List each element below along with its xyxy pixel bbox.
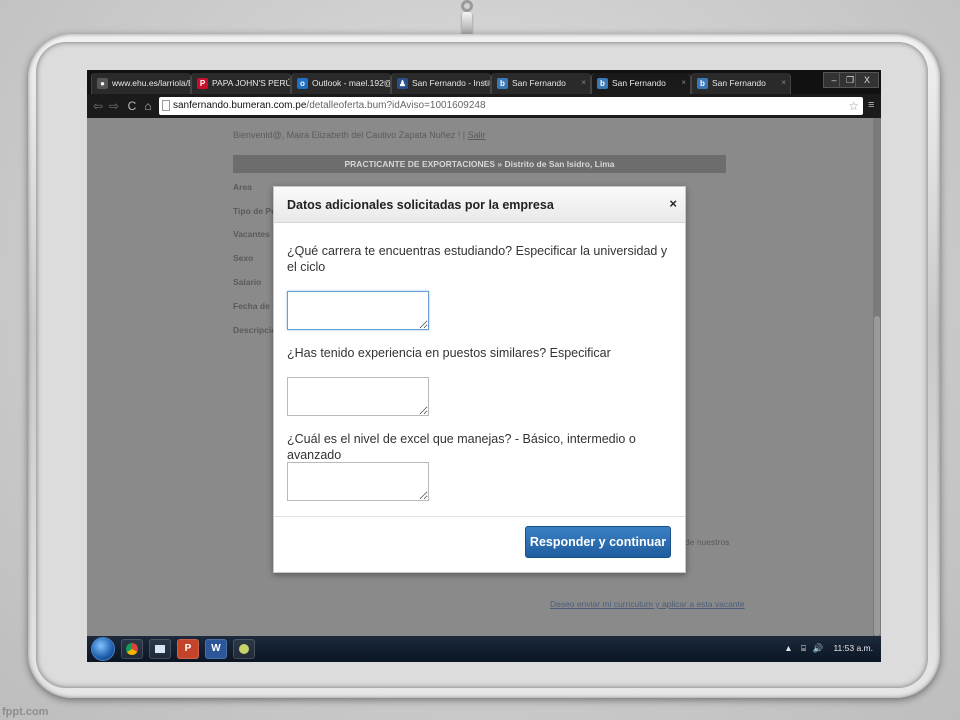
reload-icon[interactable]: C (125, 98, 139, 114)
bookmark-star-icon[interactable]: ☆ (848, 97, 859, 115)
tab-close-icon[interactable]: × (181, 78, 186, 87)
paint-icon[interactable] (233, 639, 255, 659)
logout-link[interactable]: Salir (468, 130, 486, 140)
scrollbar-thumb[interactable] (874, 316, 880, 636)
start-button[interactable] (91, 637, 115, 661)
word-icon[interactable]: W (205, 639, 227, 659)
files-icon[interactable] (149, 639, 171, 659)
page-icon (162, 100, 170, 111)
field-area: Area (233, 182, 252, 192)
tab-close-icon[interactable]: × (381, 78, 386, 87)
tab-close-icon[interactable]: × (581, 78, 586, 87)
site-icon: ● (97, 78, 108, 89)
close-icon[interactable]: × (669, 196, 677, 211)
volume-icon[interactable]: 🔊 (812, 643, 823, 653)
tab-close-icon[interactable]: × (781, 78, 786, 87)
tab-sanfernando-1[interactable]: b San Fernando × (491, 73, 591, 94)
powerpoint-icon[interactable]: P (177, 639, 199, 659)
tab-papajohns[interactable]: P PAPA JOHN'S PERÚ - × (191, 73, 291, 94)
dialog-divider (274, 516, 685, 517)
taskbar: P W ▲ ⌸ 🔊 11:53 a.m. (87, 636, 881, 662)
field-sexo: Sexo (233, 253, 254, 263)
apply-link[interactable]: Deseo enviar mi curriculum y aplicar a e… (550, 599, 745, 609)
screen: ● www.ehu.es/larriola/E × P PAPA JOHN'S … (87, 70, 881, 662)
papajohns-icon: P (197, 78, 208, 89)
question-1: ¿Qué carrera te encuentras estudiando? E… (287, 244, 668, 274)
tab-outlook[interactable]: o Outlook - mael.192@ × (291, 73, 391, 94)
tab-close-icon[interactable]: × (681, 78, 686, 87)
tab-sanfernando-3[interactable]: b San Fernando × (691, 73, 791, 94)
tab-strip: ● www.ehu.es/larriola/E × P PAPA JOHN'S … (87, 70, 881, 94)
home-icon[interactable]: ⌂ (141, 98, 155, 114)
address-bar[interactable]: sanfernando.bumeran.com.pe/detalleoferta… (159, 97, 863, 115)
field-descripcion: Descripció (233, 325, 277, 335)
tab-sanfernando-active[interactable]: b San Fernando × (591, 73, 691, 94)
tab-sanfernando-instituto[interactable]: ♟ San Fernando - Institu × (391, 73, 491, 94)
system-tray: ▲ ⌸ 🔊 11:53 a.m. (784, 643, 873, 654)
watermark: fppt.com (2, 706, 49, 718)
field-fecha: Fecha de f (233, 301, 276, 311)
chrome-icon[interactable] (121, 639, 143, 659)
answer-2-textarea[interactable] (287, 377, 429, 416)
browser-toolbar: ⇦ ⇨ C ⌂ sanfernando.bumeran.com.pe/detal… (87, 94, 881, 118)
bumeran-icon: b (497, 78, 508, 89)
dialog-title: Datos adicionales solicitadas por la emp… (287, 198, 554, 212)
tab-close-icon[interactable]: × (281, 78, 286, 87)
close-window-icon[interactable]: X (855, 72, 879, 88)
school-icon: ♟ (397, 78, 408, 89)
field-salario: Salario (233, 277, 262, 287)
answer-3-textarea[interactable] (287, 462, 429, 501)
forward-arrow-icon[interactable]: ⇨ (107, 98, 121, 114)
field-tipo: Tipo de Pu (233, 206, 277, 216)
side-note: de nuestros (685, 537, 730, 547)
welcome-text: Bienvenid@, Maira Elizabeth del Cautivo … (233, 130, 486, 140)
answer-1-textarea[interactable] (287, 291, 429, 330)
clock[interactable]: 11:53 a.m. (833, 643, 873, 653)
bumeran-icon: b (597, 78, 608, 89)
field-vacantes: Vacantes (233, 229, 270, 239)
job-title-bar: PRACTICANTE DE EXPORTACIONES » Distrito … (233, 155, 726, 173)
tab-ehu[interactable]: ● www.ehu.es/larriola/E × (91, 73, 191, 94)
tray-arrow-icon[interactable]: ▲ (784, 643, 792, 653)
bumeran-icon: b (697, 78, 708, 89)
menu-icon[interactable]: ≡ (868, 99, 878, 111)
network-icon[interactable]: ⌸ (801, 643, 806, 653)
question-3: ¿Cuál es el nivel de excel que manejas? … (287, 432, 636, 462)
outlook-icon: o (297, 78, 308, 89)
question-2: ¿Has tenido experiencia en puestos simil… (287, 346, 611, 360)
tab-close-icon[interactable]: × (481, 78, 486, 87)
scrollbar[interactable] (873, 118, 881, 636)
respond-continue-button[interactable]: Responder y continuar (525, 526, 671, 558)
dialog-header: Datos adicionales solicitadas por la emp… (274, 187, 685, 223)
back-arrow-icon[interactable]: ⇦ (91, 98, 105, 114)
additional-data-dialog: Datos adicionales solicitadas por la emp… (273, 186, 686, 573)
